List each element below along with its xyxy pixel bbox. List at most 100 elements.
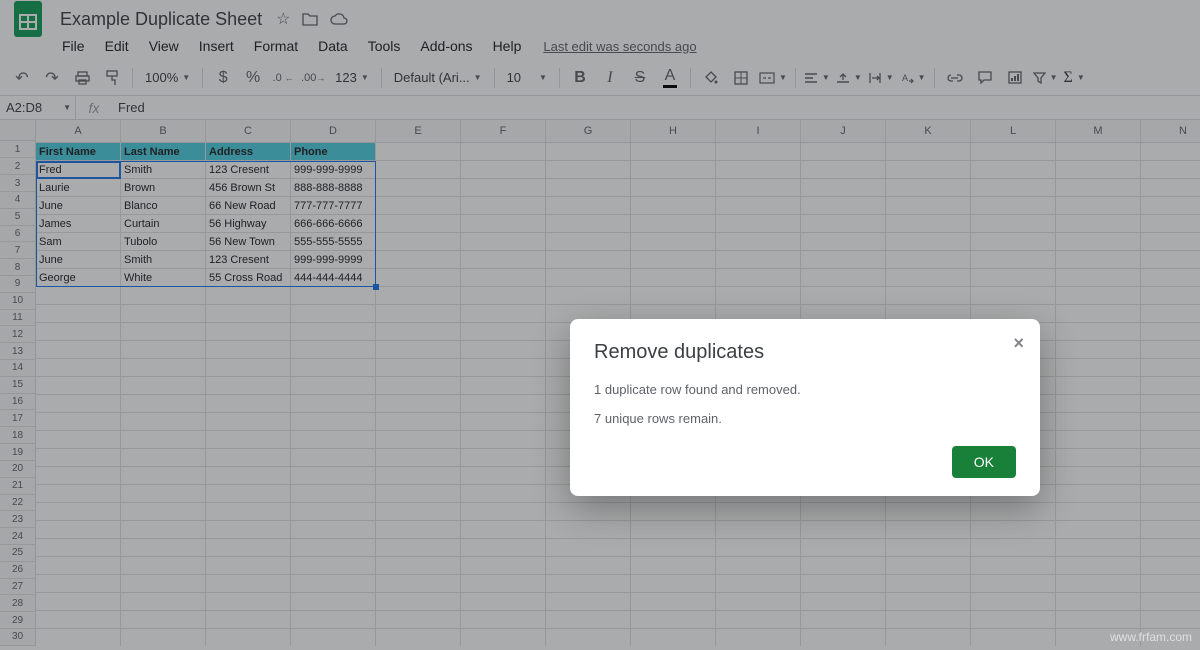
percent-button[interactable]: % — [239, 64, 267, 92]
cell[interactable]: Smith — [121, 161, 206, 179]
cell[interactable] — [461, 161, 546, 179]
cell[interactable] — [1056, 611, 1141, 629]
cell[interactable] — [461, 233, 546, 251]
cell[interactable] — [546, 161, 631, 179]
cell[interactable] — [1056, 269, 1141, 287]
cell[interactable] — [36, 557, 121, 575]
fill-color-button[interactable] — [697, 64, 725, 92]
cell[interactable] — [1056, 485, 1141, 503]
cell[interactable] — [291, 377, 376, 395]
cell[interactable] — [801, 251, 886, 269]
cell[interactable] — [121, 521, 206, 539]
cell[interactable] — [36, 413, 121, 431]
cell[interactable] — [546, 251, 631, 269]
row-header[interactable]: 11 — [0, 310, 36, 327]
cell[interactable] — [801, 197, 886, 215]
cell[interactable] — [1056, 161, 1141, 179]
cell[interactable] — [1141, 359, 1200, 377]
cell[interactable] — [716, 161, 801, 179]
cell[interactable] — [291, 539, 376, 557]
menu-addons[interactable]: Add-ons — [412, 34, 480, 58]
cell[interactable] — [716, 287, 801, 305]
cell[interactable] — [1056, 449, 1141, 467]
cell[interactable] — [801, 233, 886, 251]
cell[interactable] — [971, 521, 1056, 539]
cell[interactable] — [716, 521, 801, 539]
cell[interactable] — [291, 467, 376, 485]
zoom-select[interactable]: 100%▼ — [139, 66, 196, 90]
menu-edit[interactable]: Edit — [97, 34, 137, 58]
cell[interactable] — [461, 341, 546, 359]
cell[interactable] — [376, 269, 461, 287]
cell[interactable] — [206, 539, 291, 557]
cell[interactable] — [206, 449, 291, 467]
cell[interactable] — [631, 287, 716, 305]
cell[interactable] — [546, 179, 631, 197]
cell[interactable] — [291, 629, 376, 646]
row-header[interactable]: 3 — [0, 175, 36, 192]
cell[interactable]: 888-888-8888 — [291, 179, 376, 197]
cell[interactable] — [886, 161, 971, 179]
cell[interactable] — [206, 305, 291, 323]
cell[interactable] — [291, 305, 376, 323]
cell[interactable] — [376, 161, 461, 179]
star-icon[interactable]: ☆ — [276, 9, 290, 29]
cell[interactable] — [1056, 215, 1141, 233]
cell[interactable] — [36, 503, 121, 521]
decrease-decimal-button[interactable]: .0 ← — [269, 64, 297, 92]
cell[interactable] — [801, 575, 886, 593]
cell[interactable] — [716, 269, 801, 287]
column-header[interactable]: D — [291, 120, 376, 143]
cell[interactable] — [1141, 575, 1200, 593]
cell[interactable] — [291, 611, 376, 629]
cell[interactable] — [716, 503, 801, 521]
cell[interactable] — [631, 521, 716, 539]
cell[interactable] — [376, 143, 461, 161]
cell[interactable] — [886, 521, 971, 539]
cell[interactable] — [971, 269, 1056, 287]
cell[interactable] — [631, 539, 716, 557]
paint-format-icon[interactable] — [98, 64, 126, 92]
row-header[interactable]: 2 — [0, 158, 36, 175]
cell[interactable] — [291, 413, 376, 431]
cell[interactable] — [376, 359, 461, 377]
cell[interactable] — [631, 143, 716, 161]
cell[interactable] — [1141, 215, 1200, 233]
increase-decimal-button[interactable]: .00→ — [299, 64, 327, 92]
cell[interactable] — [546, 575, 631, 593]
name-box[interactable]: A2:D8▼ — [0, 96, 76, 119]
cell[interactable] — [376, 449, 461, 467]
cell[interactable] — [461, 215, 546, 233]
cell[interactable] — [1056, 341, 1141, 359]
cell[interactable] — [631, 503, 716, 521]
cell[interactable] — [971, 287, 1056, 305]
cell[interactable]: Smith — [121, 251, 206, 269]
cell[interactable]: Curtain — [121, 215, 206, 233]
cell[interactable] — [1141, 197, 1200, 215]
select-all-corner[interactable] — [0, 120, 36, 141]
cell[interactable] — [206, 413, 291, 431]
cell[interactable] — [461, 287, 546, 305]
cell[interactable] — [461, 521, 546, 539]
row-header[interactable]: 10 — [0, 293, 36, 310]
column-header[interactable]: M — [1056, 120, 1141, 143]
column-header[interactable]: F — [461, 120, 546, 143]
cell[interactable]: Address — [206, 143, 291, 161]
cell[interactable] — [631, 575, 716, 593]
row-header[interactable]: 29 — [0, 612, 36, 629]
cell[interactable] — [716, 575, 801, 593]
cell[interactable] — [376, 539, 461, 557]
cell[interactable] — [716, 539, 801, 557]
cell[interactable] — [376, 251, 461, 269]
cell[interactable] — [376, 377, 461, 395]
cell[interactable] — [376, 287, 461, 305]
cell[interactable] — [801, 143, 886, 161]
cell[interactable] — [121, 593, 206, 611]
cell[interactable] — [1141, 431, 1200, 449]
cell[interactable] — [546, 629, 631, 646]
cell[interactable]: June — [36, 251, 121, 269]
cell[interactable] — [971, 161, 1056, 179]
row-header[interactable]: 16 — [0, 394, 36, 411]
cell[interactable] — [291, 449, 376, 467]
menu-help[interactable]: Help — [485, 34, 530, 58]
